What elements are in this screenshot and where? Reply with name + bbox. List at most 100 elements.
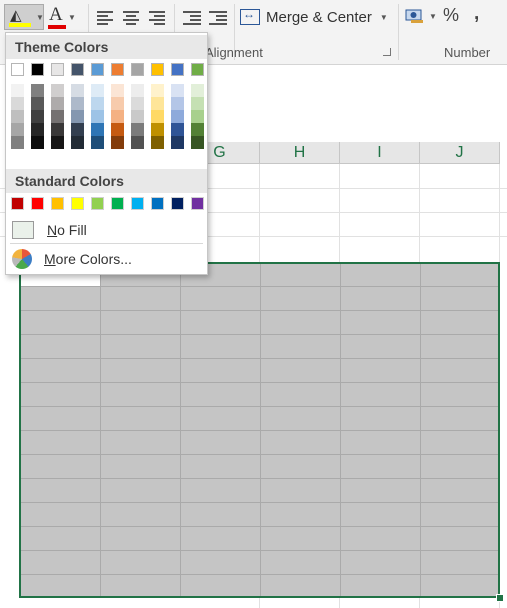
theme-shade-swatch[interactable] bbox=[11, 84, 24, 97]
theme-shade-swatch[interactable] bbox=[191, 123, 204, 136]
theme-shade-swatch[interactable] bbox=[171, 84, 184, 97]
theme-shade-swatch[interactable] bbox=[71, 136, 84, 149]
theme-shade-swatch[interactable] bbox=[131, 84, 144, 97]
standard-color-swatch[interactable] bbox=[51, 197, 64, 210]
theme-shade-swatch[interactable] bbox=[31, 97, 44, 110]
theme-shade-swatch[interactable] bbox=[71, 123, 84, 136]
theme-shade-swatch[interactable] bbox=[31, 84, 44, 97]
theme-shade-column bbox=[31, 84, 44, 149]
theme-shade-swatch[interactable] bbox=[111, 84, 124, 97]
column-header-i[interactable]: I bbox=[340, 142, 420, 164]
theme-shade-swatch[interactable] bbox=[131, 123, 144, 136]
theme-shade-swatch[interactable] bbox=[111, 123, 124, 136]
theme-shade-swatch[interactable] bbox=[91, 123, 104, 136]
no-fill-option[interactable]: No Fill bbox=[10, 218, 205, 242]
chevron-down-icon[interactable]: ▼ bbox=[380, 13, 388, 22]
selected-range[interactable] bbox=[19, 262, 500, 598]
theme-shade-swatch[interactable] bbox=[191, 84, 204, 97]
theme-shade-swatch[interactable] bbox=[51, 97, 64, 110]
theme-shade-swatch[interactable] bbox=[131, 110, 144, 123]
theme-shade-swatch[interactable] bbox=[111, 97, 124, 110]
theme-shade-swatch[interactable] bbox=[31, 110, 44, 123]
theme-shade-swatch[interactable] bbox=[191, 110, 204, 123]
chevron-down-icon[interactable]: ▼ bbox=[429, 12, 437, 21]
theme-shade-swatch[interactable] bbox=[71, 84, 84, 97]
fill-color-button[interactable]: ◭ ▼ bbox=[4, 4, 44, 30]
decrease-indent-icon[interactable] bbox=[183, 10, 201, 25]
chevron-down-icon[interactable]: ▼ bbox=[36, 13, 44, 22]
theme-shade-swatch[interactable] bbox=[51, 84, 64, 97]
standard-color-swatch[interactable] bbox=[191, 197, 204, 210]
theme-shade-swatch[interactable] bbox=[31, 123, 44, 136]
more-colors-option[interactable]: More Colors... bbox=[10, 247, 205, 271]
theme-shade-swatch[interactable] bbox=[151, 97, 164, 110]
theme-shade-swatch[interactable] bbox=[171, 123, 184, 136]
theme-shade-swatch[interactable] bbox=[11, 123, 24, 136]
theme-shade-swatch[interactable] bbox=[11, 110, 24, 123]
theme-shade-swatch[interactable] bbox=[131, 97, 144, 110]
comma-style-button[interactable]: , bbox=[474, 3, 479, 25]
percent-style-button[interactable]: % bbox=[443, 5, 459, 26]
no-fill-swatch bbox=[12, 221, 34, 239]
theme-shade-swatch[interactable] bbox=[111, 136, 124, 149]
align-right-icon[interactable] bbox=[149, 10, 165, 25]
theme-shade-column bbox=[111, 84, 124, 149]
theme-shade-swatch[interactable] bbox=[71, 97, 84, 110]
standard-color-swatch[interactable] bbox=[171, 197, 184, 210]
theme-color-swatch[interactable] bbox=[111, 63, 124, 76]
theme-color-swatch[interactable] bbox=[31, 63, 44, 76]
theme-shade-swatch[interactable] bbox=[151, 123, 164, 136]
theme-shade-swatch[interactable] bbox=[151, 110, 164, 123]
theme-shade-swatch[interactable] bbox=[191, 97, 204, 110]
alignment-group-label: Alignment bbox=[205, 45, 263, 60]
align-left-icon[interactable] bbox=[97, 10, 113, 25]
theme-shade-swatch[interactable] bbox=[111, 110, 124, 123]
theme-shade-swatch[interactable] bbox=[11, 136, 24, 149]
theme-shade-swatch[interactable] bbox=[91, 84, 104, 97]
theme-shade-swatch[interactable] bbox=[151, 136, 164, 149]
menu-divider bbox=[10, 243, 203, 244]
theme-color-swatch[interactable] bbox=[171, 63, 184, 76]
theme-color-swatch[interactable] bbox=[191, 63, 204, 76]
theme-shade-swatch[interactable] bbox=[71, 110, 84, 123]
theme-shade-swatch[interactable] bbox=[51, 123, 64, 136]
align-center-icon[interactable] bbox=[123, 10, 139, 25]
theme-color-swatch[interactable] bbox=[91, 63, 104, 76]
theme-shade-swatch[interactable] bbox=[91, 110, 104, 123]
fill-handle[interactable] bbox=[496, 594, 504, 602]
accounting-format-icon[interactable] bbox=[404, 6, 426, 26]
theme-color-swatch[interactable] bbox=[151, 63, 164, 76]
theme-shade-swatch[interactable] bbox=[151, 84, 164, 97]
column-header-h[interactable]: H bbox=[260, 142, 340, 164]
chevron-down-icon[interactable]: ▼ bbox=[68, 13, 76, 22]
theme-shade-swatch[interactable] bbox=[191, 136, 204, 149]
standard-color-swatch[interactable] bbox=[31, 197, 44, 210]
theme-color-swatch[interactable] bbox=[11, 63, 24, 76]
merge-cells-icon bbox=[240, 7, 260, 25]
theme-shade-swatch[interactable] bbox=[171, 136, 184, 149]
standard-color-swatch[interactable] bbox=[111, 197, 124, 210]
theme-shade-swatch[interactable] bbox=[91, 136, 104, 149]
theme-shade-swatch[interactable] bbox=[31, 136, 44, 149]
theme-shade-swatch[interactable] bbox=[51, 110, 64, 123]
theme-shade-swatch[interactable] bbox=[11, 97, 24, 110]
theme-color-swatch[interactable] bbox=[51, 63, 64, 76]
increase-indent-icon[interactable] bbox=[209, 10, 227, 25]
theme-shade-swatch[interactable] bbox=[171, 97, 184, 110]
theme-shade-swatch[interactable] bbox=[131, 136, 144, 149]
merge-center-button[interactable]: Merge & Center ▼ bbox=[240, 5, 388, 29]
standard-color-swatch[interactable] bbox=[91, 197, 104, 210]
column-header-j[interactable]: J bbox=[420, 142, 500, 164]
theme-color-swatch[interactable] bbox=[131, 63, 144, 76]
standard-color-swatch[interactable] bbox=[131, 197, 144, 210]
font-color-button[interactable]: A ▼ bbox=[46, 4, 76, 30]
standard-color-swatch[interactable] bbox=[71, 197, 84, 210]
fill-color-palette: Theme Colors Standard Colors No Fill Mor… bbox=[5, 32, 208, 275]
theme-shade-swatch[interactable] bbox=[91, 97, 104, 110]
theme-shade-swatch[interactable] bbox=[51, 136, 64, 149]
standard-color-swatch[interactable] bbox=[151, 197, 164, 210]
standard-color-swatch[interactable] bbox=[11, 197, 24, 210]
theme-shade-swatch[interactable] bbox=[171, 110, 184, 123]
dialog-launcher-icon[interactable] bbox=[383, 48, 391, 56]
theme-color-swatch[interactable] bbox=[71, 63, 84, 76]
